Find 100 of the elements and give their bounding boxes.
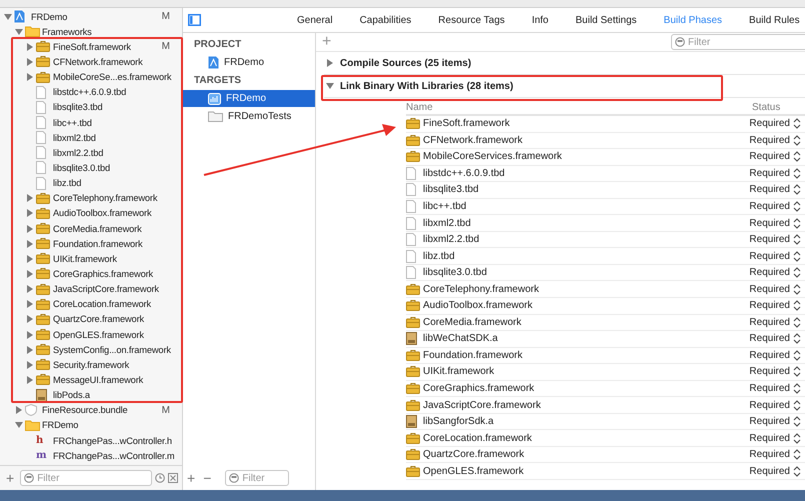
filter-field[interactable]: Filter [225, 470, 290, 486]
status-popup[interactable]: Required [749, 267, 790, 278]
file-name[interactable]: QuartzCore.framework [53, 314, 144, 324]
status-popup[interactable]: Required [749, 449, 790, 460]
tab[interactable]: Capabilities [360, 14, 412, 26]
status-popup[interactable]: Required [749, 134, 790, 146]
status-popup[interactable]: Required [749, 201, 790, 212]
modified-status: M [162, 41, 171, 52]
library-name: libsqlite3.0.tbd [423, 267, 488, 278]
library-name: FineSoft.framework [423, 118, 511, 130]
file-name[interactable]: SystemConfig...on.framework [53, 344, 171, 355]
remove-button[interactable]: − [201, 471, 214, 485]
filter-field[interactable]: Filter [20, 470, 152, 486]
library-name: libz.tbd [423, 250, 456, 262]
target-item[interactable]: FRDemo [183, 54, 315, 71]
phase-title[interactable]: Link Binary With Libraries (28 items) [340, 80, 514, 92]
status-popup[interactable]: Required [749, 350, 790, 361]
file-name[interactable]: CoreTelephony.framework [53, 193, 158, 204]
file-name[interactable]: CFNetwork.framework [53, 56, 143, 67]
code-file-icon: h [36, 436, 44, 446]
add-button[interactable]: + [4, 471, 16, 485]
file-name[interactable]: JavaScriptCore.framework [53, 284, 159, 294]
phase-title[interactable]: Compile Sources (25 items) [340, 58, 472, 68]
library-name: CFNetwork.framework [423, 134, 524, 146]
tab[interactable]: Build Settings [576, 14, 637, 26]
status-popup[interactable]: Required [749, 466, 790, 477]
modified-status: M [162, 404, 171, 416]
file-name[interactable]: FRChangePas...wController.h [53, 436, 172, 446]
target-item[interactable]: FRDemo [183, 90, 315, 107]
file-name[interactable]: CoreMedia.framework [53, 224, 142, 234]
section-heading: PROJECT [193, 38, 242, 52]
library-name: libsqlite3.tbd [423, 184, 480, 196]
file-name[interactable]: FRDemo [31, 12, 68, 22]
tab[interactable]: General [297, 14, 333, 26]
target-item[interactable]: FRDemoTests [183, 108, 315, 125]
status-popup[interactable]: Required [749, 218, 790, 229]
status-popup[interactable]: Required [749, 118, 790, 130]
file-name[interactable]: UIKit.framework [53, 254, 117, 264]
status-popup[interactable]: Required [749, 234, 790, 246]
status-popup[interactable]: Required [749, 333, 790, 344]
file-name[interactable]: libc++.tbd [53, 118, 92, 128]
library-name: libxml2.2.tbd [423, 234, 480, 246]
file-name[interactable]: libz.tbd [53, 178, 82, 188]
file-name[interactable]: MobileCoreSe...es.framework [53, 72, 172, 82]
status-popup[interactable]: Required [749, 284, 790, 295]
file-name[interactable]: FRDemo [42, 420, 78, 430]
status-popup[interactable]: Required [749, 383, 790, 394]
file-name[interactable]: libxml2.tbd [53, 132, 96, 143]
section-heading: TARGETS [193, 74, 242, 88]
library-name: CoreMedia.framework [423, 316, 522, 328]
library-name: libc++.tbd [423, 201, 468, 212]
file-name[interactable]: libsqlite3.0.tbd [53, 162, 110, 173]
library-name: CoreTelephony.framework [423, 284, 540, 295]
tab[interactable]: Build Phases [664, 14, 722, 26]
file-name[interactable]: CoreGraphics.framework [53, 268, 154, 279]
tab[interactable]: Build Rules [749, 14, 800, 26]
file-name[interactable]: libPods.a [53, 390, 90, 400]
status-popup[interactable]: Required [749, 366, 790, 378]
status-popup[interactable]: Required [749, 316, 790, 328]
status-popup[interactable]: Required [749, 184, 790, 196]
file-name[interactable]: Frameworks [42, 26, 92, 37]
code-file-icon: m [36, 450, 47, 461]
file-name[interactable]: MessageUI.framework [53, 374, 144, 385]
modified-status: M [162, 11, 171, 22]
library-name: libstdc++.6.0.9.tbd [423, 168, 506, 179]
library-name: AudioToolbox.framework [423, 300, 534, 312]
library-name: CoreGraphics.framework [423, 383, 536, 394]
status-popup[interactable]: Required [749, 168, 790, 179]
status-popup[interactable]: Required [749, 416, 790, 428]
add-button[interactable]: + [185, 471, 198, 485]
file-name[interactable]: FRChangePas...wController.m [53, 450, 175, 461]
status-popup[interactable]: Required [749, 300, 790, 312]
file-name[interactable]: CoreLocation.framework [53, 299, 151, 310]
status-popup[interactable]: Required [749, 432, 790, 444]
library-name: QuartzCore.framework [423, 449, 526, 460]
library-name: CoreLocation.framework [423, 432, 533, 444]
status-popup[interactable]: Required [749, 400, 790, 411]
tab[interactable]: Resource Tags [438, 14, 505, 26]
file-name[interactable]: FineResource.bundle [42, 405, 128, 416]
library-name: libWeChatSDK.a [423, 333, 499, 344]
status-popup[interactable]: Required [749, 151, 790, 162]
library-name: JavaScriptCore.framework [423, 400, 542, 411]
file-name[interactable]: AudioToolbox.framework [53, 208, 152, 218]
library-name: Foundation.framework [423, 350, 524, 361]
file-name[interactable]: Security.framework [53, 360, 130, 370]
file-name[interactable]: libsqlite3.tbd [53, 102, 103, 112]
file-name[interactable]: Foundation.framework [53, 238, 142, 249]
library-name: MobileCoreServices.framework [423, 151, 563, 162]
file-name[interactable]: libstdc++.6.0.9.tbd [53, 87, 126, 98]
file-name[interactable]: libxml2.2.tbd [53, 148, 104, 158]
filter-field[interactable]: Filter [671, 34, 805, 50]
file-name[interactable]: OpenGLES.framework [53, 330, 144, 340]
library-name: libSangforSdk.a [423, 416, 495, 428]
column-header: Status [752, 102, 782, 113]
tab[interactable]: Info [532, 14, 548, 26]
library-name: libxml2.tbd [423, 218, 472, 229]
library-name: UIKit.framework [423, 366, 496, 378]
column-header: Name [406, 102, 434, 113]
file-name[interactable]: FineSoft.framework [53, 42, 131, 52]
status-popup[interactable]: Required [749, 250, 790, 262]
